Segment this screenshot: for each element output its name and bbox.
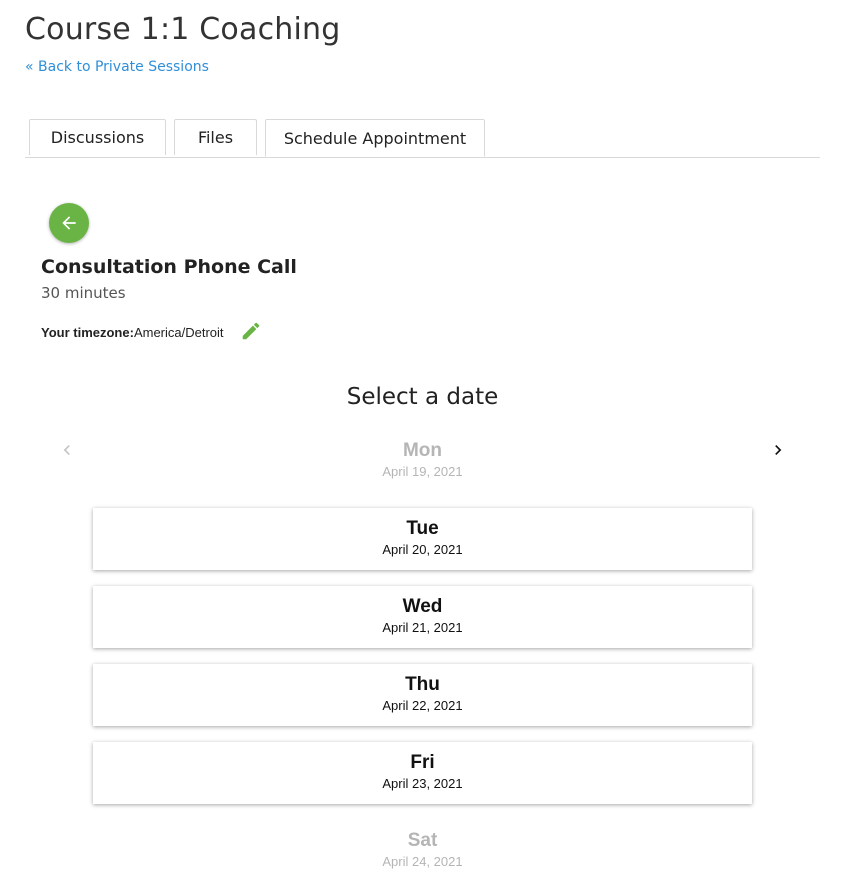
day-card-wed[interactable]: Wed April 21, 2021 [93, 586, 752, 648]
day-name: Fri [410, 752, 435, 773]
timezone-row: Your timezone: America/Detroit [41, 321, 262, 343]
chevron-left-icon [63, 445, 70, 455]
day-card-fri[interactable]: Fri April 23, 2021 [93, 742, 752, 804]
chevron-right-icon [775, 445, 782, 455]
day-name: Thu [405, 674, 440, 695]
day-date: April 19, 2021 [382, 464, 463, 479]
day-date: April 21, 2021 [382, 620, 463, 635]
day-card-tue[interactable]: Tue April 20, 2021 [93, 508, 752, 570]
event-duration: 30 minutes [41, 284, 126, 302]
day-sat-unavailable: Sat April 24, 2021 [93, 830, 752, 871]
select-date-heading: Select a date [346, 384, 499, 410]
day-date: April 23, 2021 [382, 776, 463, 791]
day-card-thu[interactable]: Thu April 22, 2021 [93, 664, 752, 726]
day-name: Sat [407, 830, 438, 851]
day-date: April 22, 2021 [382, 698, 463, 713]
tab-discussions-label: Discussions [50, 128, 145, 147]
tab-schedule-appointment-label: Schedule Appointment [283, 128, 467, 148]
day-name: Mon [402, 440, 443, 461]
previous-week-button[interactable] [57, 440, 77, 460]
tab-bar: Discussions Files Schedule Appointment [25, 119, 820, 158]
day-date: April 24, 2021 [382, 854, 463, 869]
timezone-value: America/Detroit [133, 324, 224, 340]
back-to-private-sessions-link[interactable]: « Back to Private Sessions [25, 59, 209, 75]
tab-discussions[interactable]: Discussions [29, 119, 166, 155]
timezone-label: Your timezone: [41, 324, 134, 340]
pencil-icon [242, 322, 259, 340]
tab-files-label: Files [197, 128, 234, 147]
next-week-button[interactable] [768, 440, 788, 460]
edit-timezone-button[interactable] [240, 320, 262, 342]
tab-schedule-appointment[interactable]: Schedule Appointment [265, 119, 485, 157]
tab-files[interactable]: Files [174, 119, 257, 155]
event-title: Consultation Phone Call [41, 256, 297, 278]
page-title: Course 1:1 Coaching [25, 12, 341, 47]
day-name: Wed [402, 596, 443, 617]
day-name: Tue [406, 518, 439, 539]
day-mon-unavailable: Mon April 19, 2021 [93, 440, 752, 481]
back-button[interactable] [49, 203, 89, 243]
day-date: April 20, 2021 [382, 542, 463, 557]
arrow-left-icon [62, 216, 76, 230]
